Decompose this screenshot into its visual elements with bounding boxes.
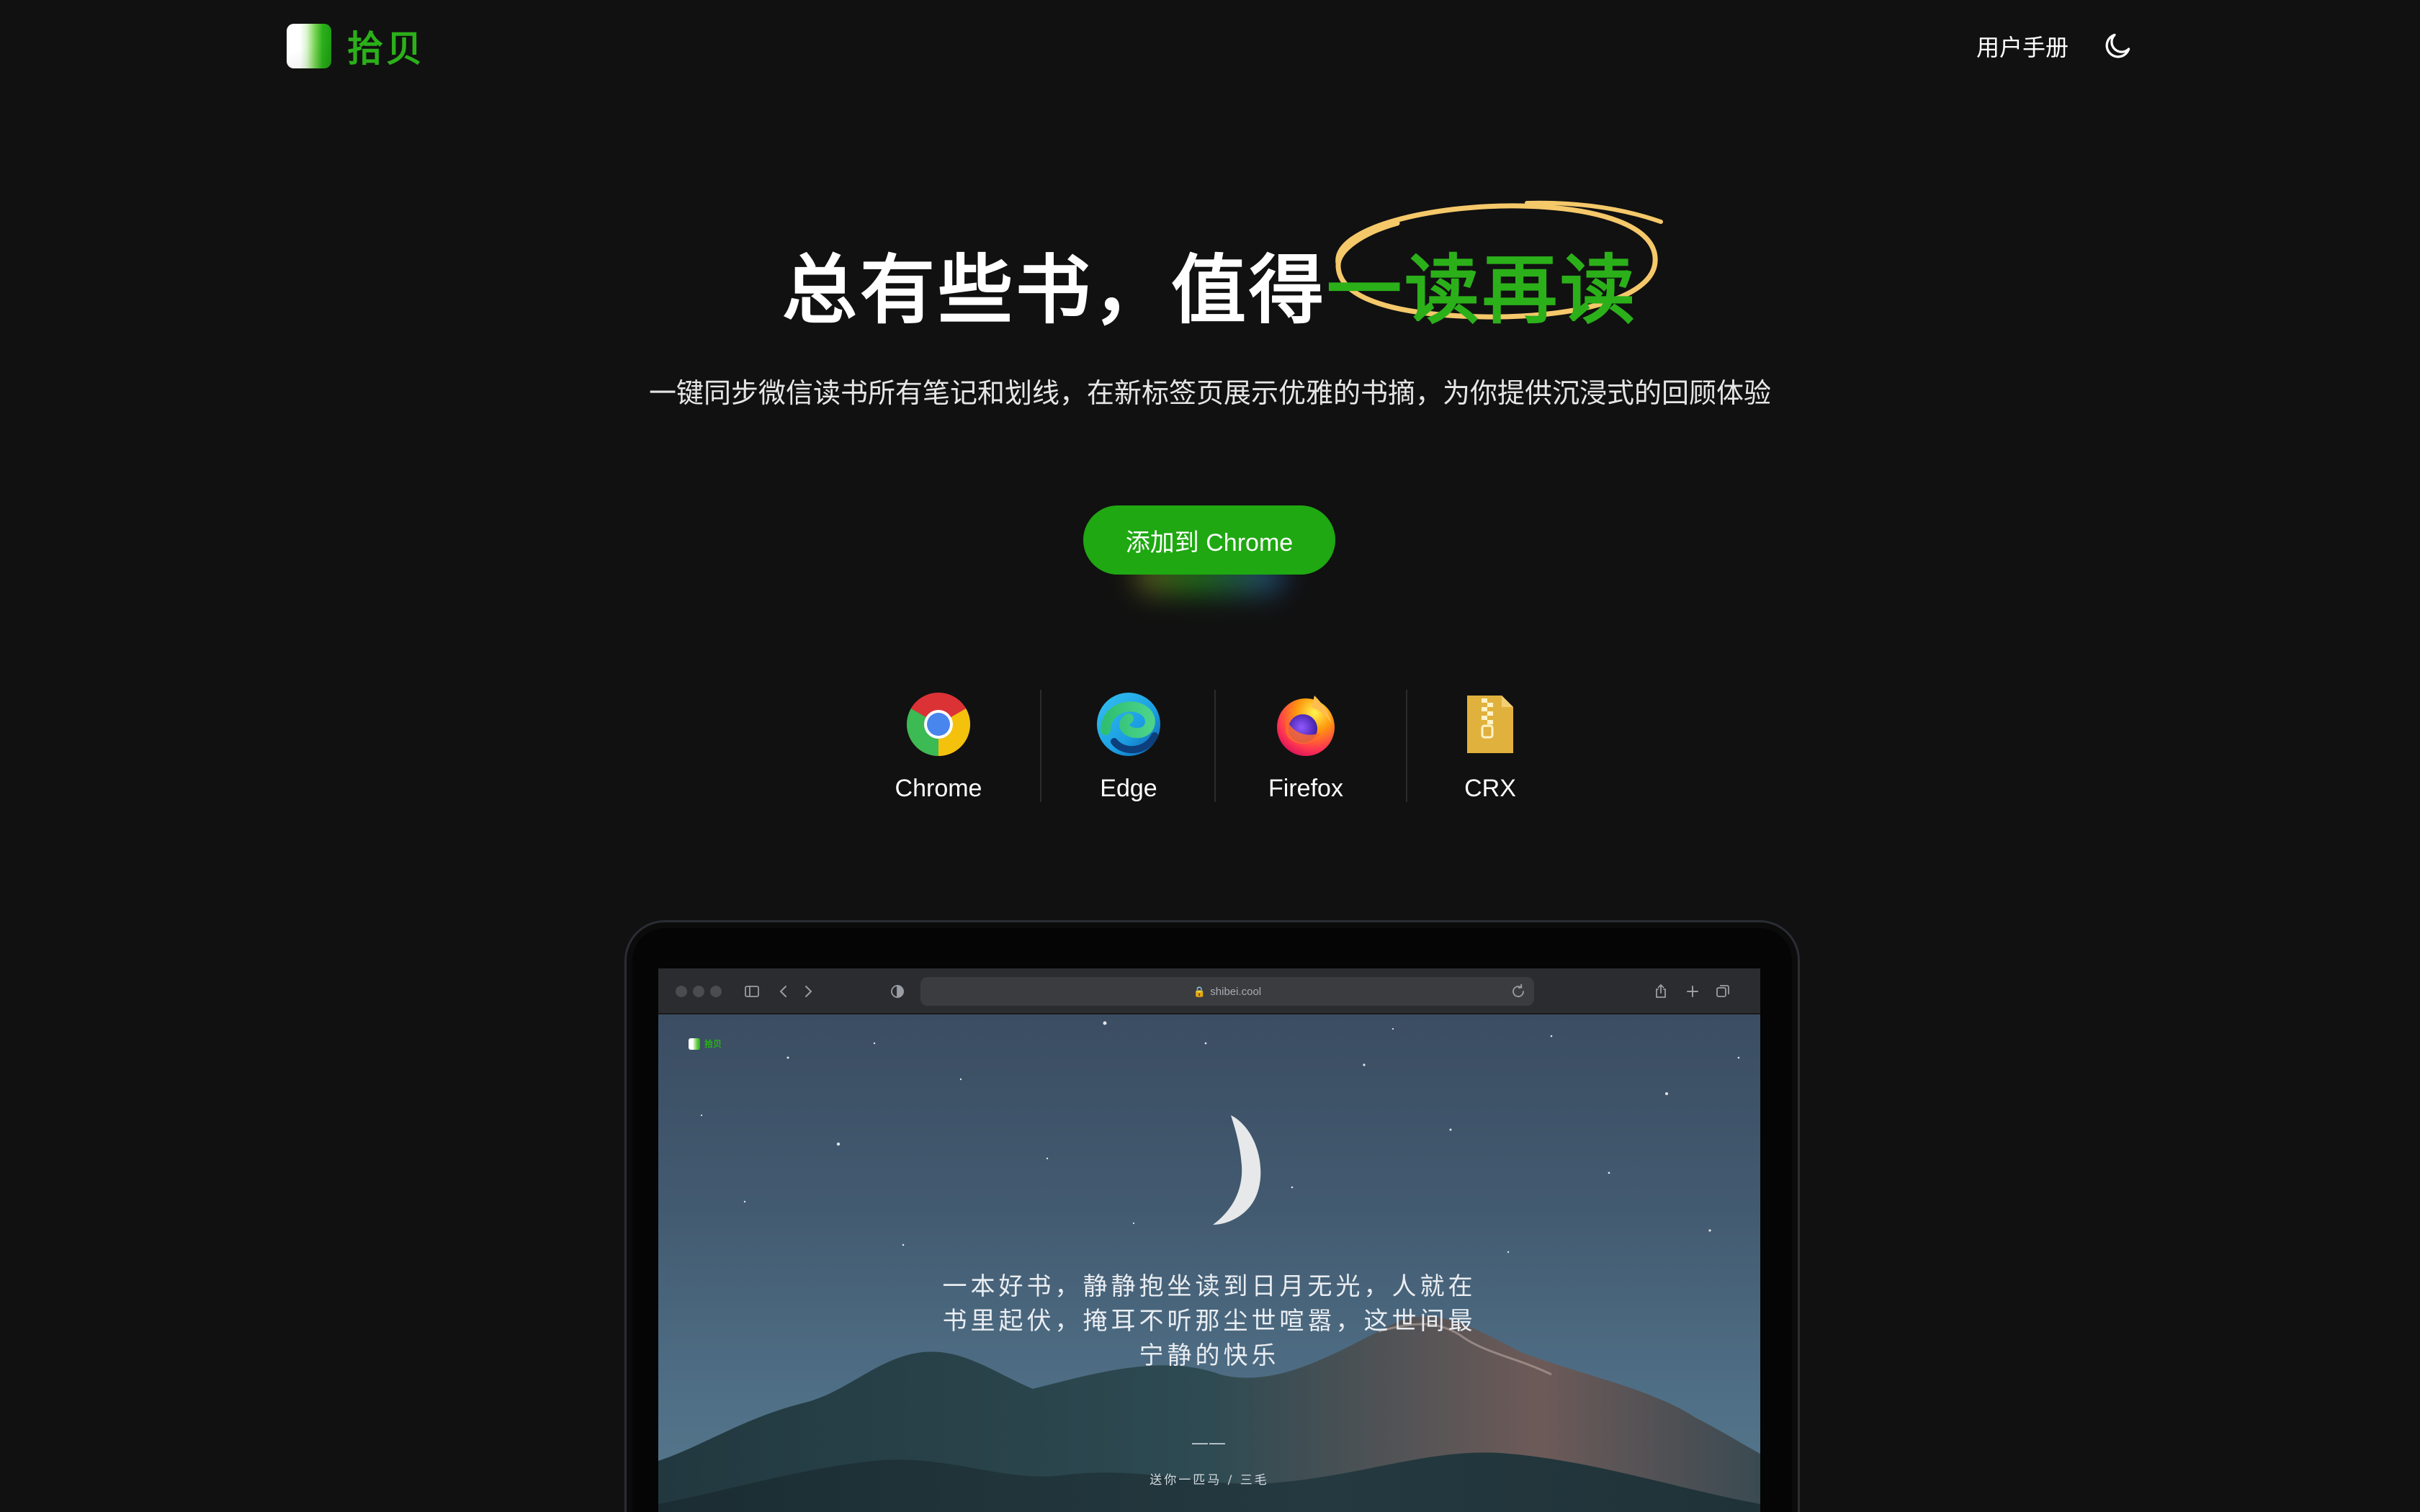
browser-label: Edge xyxy=(1100,775,1157,802)
window-minimize-dot[interactable] xyxy=(693,986,704,997)
tab-overview-icon[interactable] xyxy=(1714,983,1731,1000)
edge-icon xyxy=(1097,693,1160,756)
book-quote: 一本好书，静静抱坐读到日月无光，人就在 书里起伏，掩耳不听那尘世喧嚣，这世间最 … xyxy=(658,1269,1760,1373)
hero-title-lead: 总有些书，值得 xyxy=(781,249,1327,333)
forward-icon[interactable] xyxy=(799,983,817,1000)
logo-icon xyxy=(287,24,331,68)
reload-icon[interactable] xyxy=(1510,983,1527,1000)
browser-options: Chrome Edge Firefox CRX xyxy=(869,684,1551,806)
logo-text: 拾贝 xyxy=(347,27,425,70)
preview-logo-icon xyxy=(689,1038,700,1050)
laptop-screen: 🔒 shibei.cool 拾贝 一本好书，静静抱坐读到日月无光，人就在 书里起… xyxy=(658,968,1760,1512)
logo-link[interactable]: 拾贝 xyxy=(287,23,425,70)
address-bar-url: shibei.cool xyxy=(1210,985,1262,998)
hero-title-highlight-wrap: 一读再读 xyxy=(1327,200,1663,338)
window-zoom-dot[interactable] xyxy=(710,986,722,997)
browser-label: Firefox xyxy=(1268,775,1343,802)
quote-line: 一本好书，静静抱坐读到日月无光，人就在 xyxy=(942,1272,1476,1301)
hero-title: 总有些书，值得 一读再读 xyxy=(0,200,2420,338)
preview-logo: 拾贝 xyxy=(689,1038,722,1050)
address-bar[interactable]: 🔒 shibei.cool xyxy=(920,977,1534,1006)
quote-source: 送你一匹马 / 三毛 xyxy=(1150,1473,1269,1488)
share-icon[interactable] xyxy=(1652,983,1670,1000)
landing-page: 拾贝 用户手册 总有些书，值得 一读再读 一键同步微信读书所有笔记和划线，在新标… xyxy=(0,0,2420,1512)
new-tab-preview: 拾贝 一本好书，静静抱坐读到日月无光，人就在 书里起伏，掩耳不听那尘世喧嚣，这世… xyxy=(658,1014,1760,1512)
lock-icon: 🔒 xyxy=(1193,985,1206,997)
quote-divider: —— xyxy=(1192,1434,1227,1452)
browser-toolbar: 🔒 shibei.cool xyxy=(658,968,1760,1014)
zip-file-icon xyxy=(1467,696,1513,753)
browser-label: CRX xyxy=(1464,775,1516,802)
cta-container: 添加到 Chrome xyxy=(1083,505,1335,595)
browser-option-crx[interactable]: CRX xyxy=(1420,684,1560,806)
user-manual-link[interactable]: 用户手册 xyxy=(1976,30,2069,63)
browser-option-edge[interactable]: Edge xyxy=(1059,684,1198,806)
divider xyxy=(1406,690,1407,802)
new-tab-icon[interactable] xyxy=(1684,983,1701,1000)
privacy-shield-icon[interactable] xyxy=(889,983,906,1000)
hero-title-highlight: 一读再读 xyxy=(1327,249,1639,333)
quote-line: 宁静的快乐 xyxy=(1139,1341,1280,1370)
hero-subtitle: 一键同步微信读书所有笔记和划线，在新标签页展示优雅的书摘，为你提供沉浸式的回顾体… xyxy=(648,379,1771,409)
moon-icon[interactable] xyxy=(2102,30,2133,62)
chrome-icon xyxy=(907,693,970,756)
browser-option-firefox[interactable]: Firefox xyxy=(1236,684,1376,806)
window-close-dot[interactable] xyxy=(676,986,687,997)
nav-actions: 用户手册 xyxy=(1976,24,2133,68)
preview-logo-text: 拾贝 xyxy=(704,1039,722,1049)
sidebar-icon[interactable] xyxy=(743,983,761,1000)
add-to-chrome-button[interactable]: 添加到 Chrome xyxy=(1083,505,1335,575)
laptop-mockup: 🔒 shibei.cool 拾贝 一本好书，静静抱坐读到日月无光，人就在 书里起… xyxy=(624,920,1800,1512)
divider xyxy=(1214,690,1216,802)
top-nav: 拾贝 用户手册 xyxy=(0,0,2420,94)
firefox-icon xyxy=(1277,696,1335,756)
divider xyxy=(1040,690,1041,802)
back-icon[interactable] xyxy=(775,983,792,1000)
browser-label: Chrome xyxy=(895,775,982,802)
browser-option-chrome[interactable]: Chrome xyxy=(869,684,1008,806)
quote-line: 书里起伏，掩耳不听那尘世喧嚣，这世间最 xyxy=(942,1307,1476,1336)
